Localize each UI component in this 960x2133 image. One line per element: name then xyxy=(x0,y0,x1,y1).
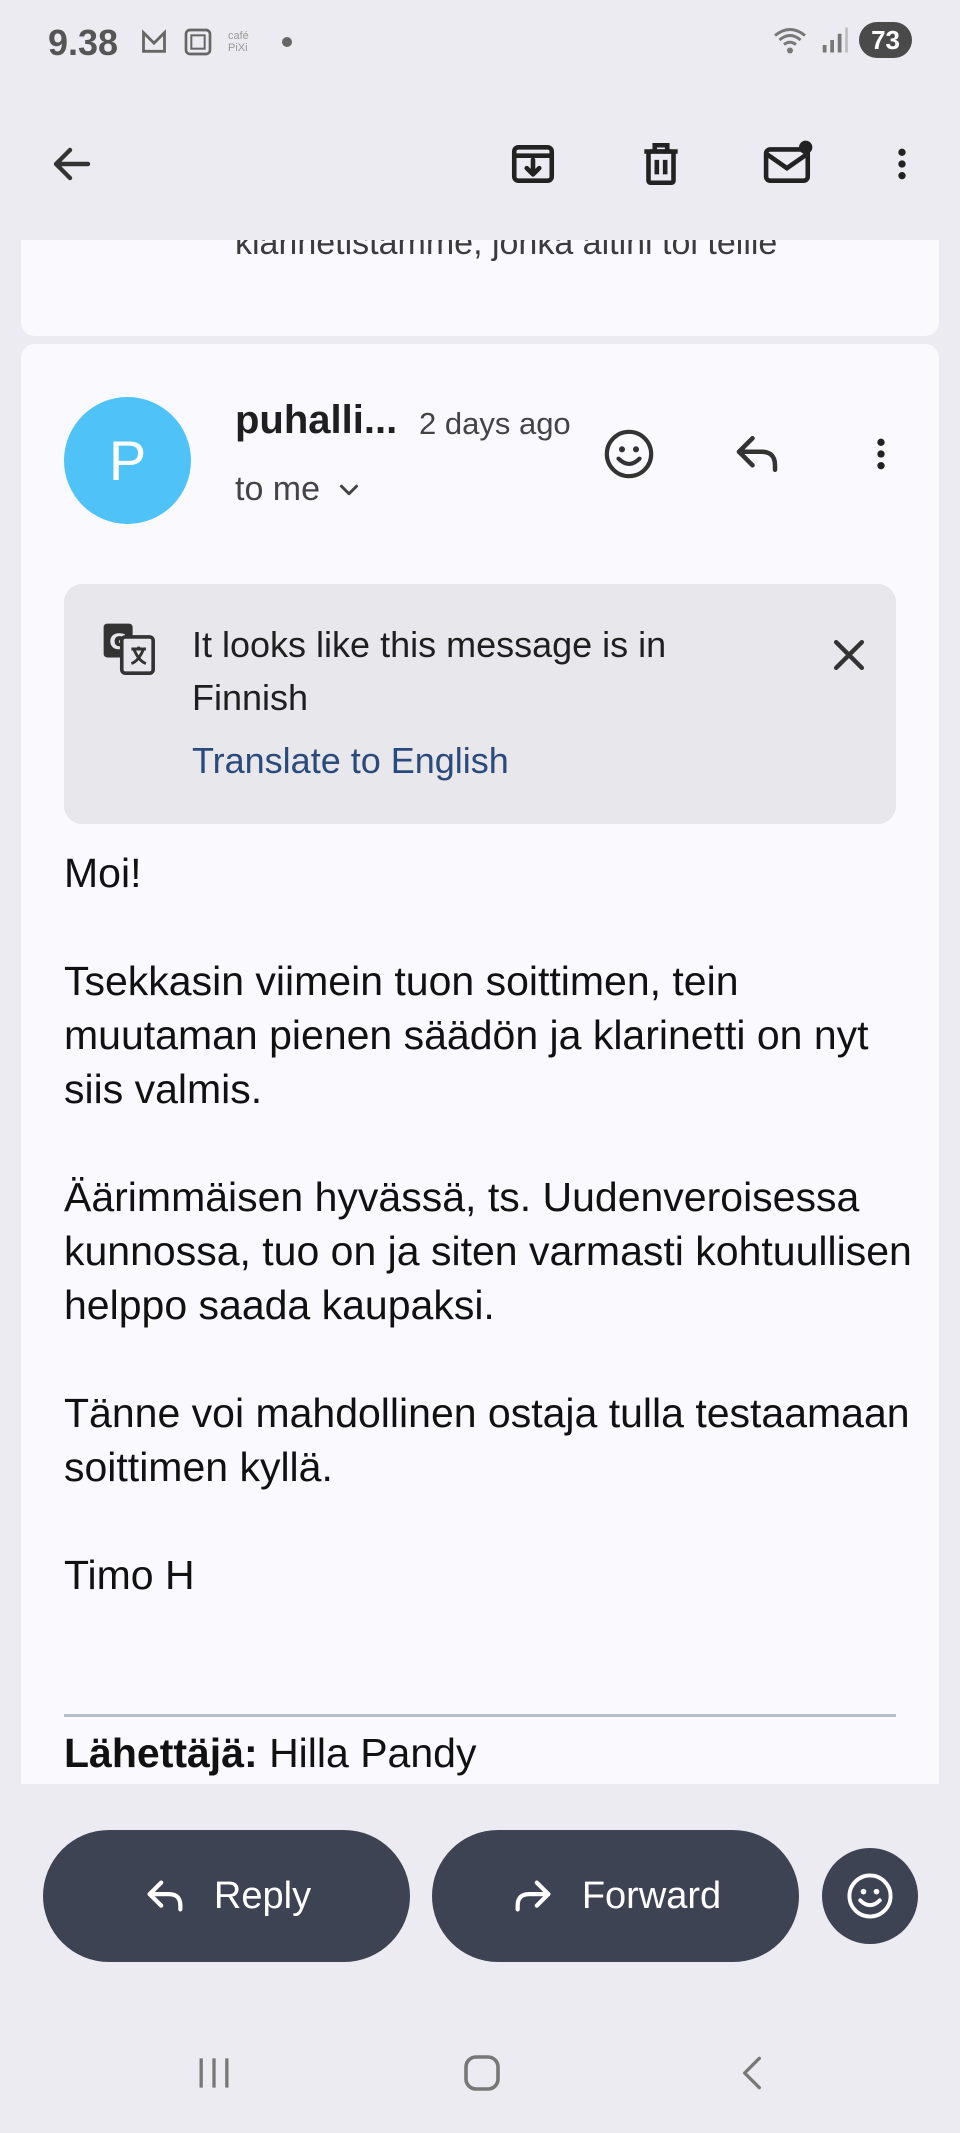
sender-name[interactable]: puhalli... xyxy=(235,398,397,443)
status-icons-right: 73 xyxy=(771,22,912,58)
reply-icon xyxy=(147,1880,183,1912)
dismiss-translate-button[interactable] xyxy=(814,620,884,690)
recents-button[interactable] xyxy=(174,2038,254,2108)
message-toolbar xyxy=(0,88,960,240)
battery-indicator: 73 xyxy=(859,22,912,58)
forward-icon xyxy=(515,1880,551,1912)
pixi-app-icon: café PiXi xyxy=(228,30,249,54)
action-bar: Reply Forward xyxy=(0,1784,960,1984)
reply-button-label: Reply xyxy=(213,1874,312,1917)
status-time: 9.38 xyxy=(48,22,119,63)
mark-unread-icon xyxy=(763,140,813,183)
delete-button[interactable] xyxy=(621,124,701,204)
system-nav-bar xyxy=(0,2020,960,2133)
archive-button[interactable] xyxy=(493,124,573,204)
status-bar: 9.38 café PiXi 73 xyxy=(0,0,960,88)
emoji-icon xyxy=(604,429,654,479)
close-icon xyxy=(833,639,865,671)
wifi-icon xyxy=(774,28,807,54)
message-body: Moi! Tsekkasin viimein tuon soittimen, t… xyxy=(64,846,924,1602)
emoji-reaction-button[interactable] xyxy=(822,1848,918,1944)
screenshot-icon xyxy=(184,28,212,56)
home-icon xyxy=(464,2055,500,2091)
mark-unread-button[interactable] xyxy=(749,124,829,204)
add-reaction-button[interactable] xyxy=(589,414,669,494)
back-button[interactable] xyxy=(32,124,112,204)
body-paragraph: Moi! xyxy=(64,850,142,896)
system-back-button[interactable] xyxy=(712,2038,792,2108)
archive-icon xyxy=(511,145,555,183)
forward-button-label: Forward xyxy=(581,1874,722,1917)
body-paragraph: Tsekkasin viimein tuon soittimen, tein m… xyxy=(64,958,869,1112)
signal-icon xyxy=(822,27,848,53)
chevron-down-icon xyxy=(340,484,359,495)
mail-notification-icon xyxy=(142,29,166,53)
recents-icon xyxy=(199,2058,229,2088)
body-signature: Timo H xyxy=(64,1552,195,1598)
sender-avatar[interactable]: P xyxy=(64,397,191,524)
quoted-sender-name: Hilla Pandy xyxy=(269,1730,477,1776)
translate-message: It looks like this message is in Finnish xyxy=(192,624,667,718)
translate-icon: G xyxy=(103,623,155,675)
more-vert-icon xyxy=(898,148,906,180)
system-back-icon xyxy=(743,2056,761,2090)
reply-icon-button[interactable] xyxy=(717,414,797,494)
message-time: 2 days ago xyxy=(419,406,571,441)
reply-icon xyxy=(736,436,778,472)
status-icons-left: café PiXi xyxy=(140,26,292,58)
translate-banner: G It looks like this message is in Finni… xyxy=(64,584,896,824)
forward-button[interactable]: Forward xyxy=(432,1830,799,1962)
dot-icon xyxy=(282,37,292,47)
emoji-icon xyxy=(847,1873,893,1919)
more-options-button[interactable] xyxy=(862,124,942,204)
home-button[interactable] xyxy=(442,2038,522,2108)
delete-icon xyxy=(644,142,678,186)
reply-button[interactable]: Reply xyxy=(43,1830,410,1962)
back-arrow-icon xyxy=(53,147,91,181)
body-paragraph: Tänne voi mahdollinen ostaja tulla testa… xyxy=(64,1390,910,1490)
message-more-button[interactable] xyxy=(841,414,921,494)
recipient-label: to me xyxy=(235,470,321,508)
quoted-divider xyxy=(64,1714,896,1717)
translate-link[interactable]: Translate to English xyxy=(192,740,509,782)
more-vert-icon xyxy=(877,438,885,470)
recipient-details-toggle[interactable]: to me xyxy=(235,470,364,509)
body-paragraph: Äärimmäisen hyvässä, ts. Uudenveroisessa… xyxy=(64,1174,912,1328)
message-card: P puhalli... 2 days ago to me G It looks… xyxy=(21,344,939,1784)
quoted-sender-line: Lähettäjä: Hilla Pandy xyxy=(64,1730,476,1777)
quoted-sender-label: Lähettäjä: xyxy=(64,1730,258,1776)
